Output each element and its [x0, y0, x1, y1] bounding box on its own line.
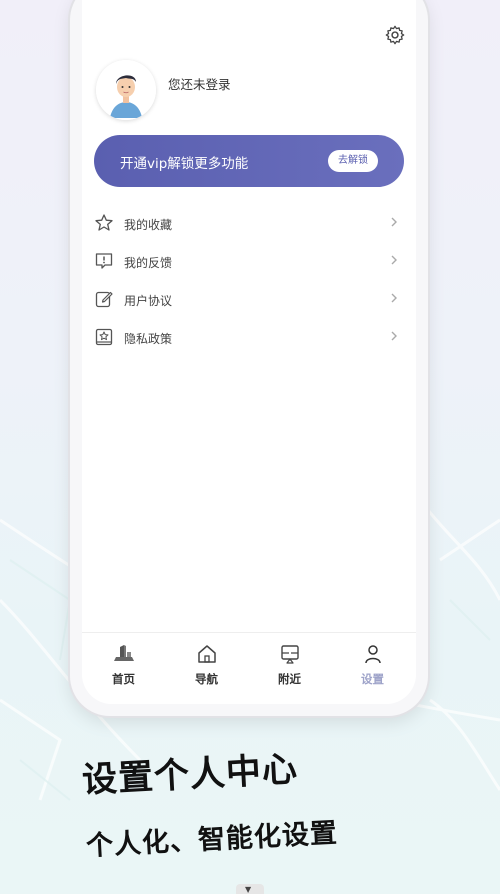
chevron-right-icon	[391, 255, 397, 265]
vip-banner-text: 开通vip解锁更多功能	[120, 156, 249, 172]
chevron-right-icon	[391, 217, 397, 227]
menu-item-label: 我的反馈	[124, 256, 173, 270]
chevron-right-icon	[391, 331, 397, 341]
menu-item-label: 用户协议	[124, 294, 173, 308]
tab-navigation[interactable]: 导航	[165, 633, 248, 693]
menu-item-user-agreement[interactable]: 用户协议	[92, 280, 406, 318]
person-icon	[365, 645, 381, 664]
tab-label: 附近	[278, 672, 301, 686]
chevron-right-icon	[391, 293, 397, 303]
vip-banner[interactable]: 开通vip解锁更多功能 去解锁	[94, 135, 404, 187]
nearby-icon	[281, 645, 299, 664]
avatar-illustration	[96, 60, 156, 120]
settings-screen: 您还未登录 开通vip解锁更多功能 去解锁 我的收藏 我的反馈 用户协议 隐私政…	[82, 0, 416, 704]
menu-item-favorites[interactable]: 我的收藏	[92, 204, 406, 242]
login-status-text[interactable]: 您还未登录	[168, 74, 231, 93]
unlock-button[interactable]: 去解锁	[328, 150, 378, 172]
edit-icon	[95, 291, 113, 308]
tab-home[interactable]: 首页	[82, 633, 165, 693]
tab-label: 导航	[195, 672, 218, 686]
avatar[interactable]	[96, 60, 156, 120]
gear-icon[interactable]	[384, 24, 406, 46]
home-icon	[198, 645, 216, 663]
bottom-tab-bar: 首页 导航 附近 设置	[82, 632, 416, 704]
menu-item-label: 我的收藏	[124, 218, 173, 232]
privacy-icon	[95, 328, 113, 346]
tab-settings[interactable]: 设置	[331, 633, 414, 693]
settings-menu: 我的收藏 我的反馈 用户协议 隐私政策	[92, 204, 406, 356]
tab-nearby[interactable]: 附近	[248, 633, 331, 693]
menu-item-label: 隐私政策	[124, 332, 173, 346]
tab-label: 设置	[361, 672, 384, 686]
star-icon	[95, 214, 113, 231]
menu-item-privacy-policy[interactable]: 隐私政策	[92, 318, 406, 356]
menu-item-feedback[interactable]: 我的反馈	[92, 242, 406, 280]
feedback-icon	[95, 253, 113, 269]
tab-label: 首页	[112, 672, 135, 686]
chevron-down-icon: ▼	[245, 885, 252, 894]
pull-handle[interactable]: ▼	[236, 884, 264, 894]
building-icon	[114, 645, 134, 661]
